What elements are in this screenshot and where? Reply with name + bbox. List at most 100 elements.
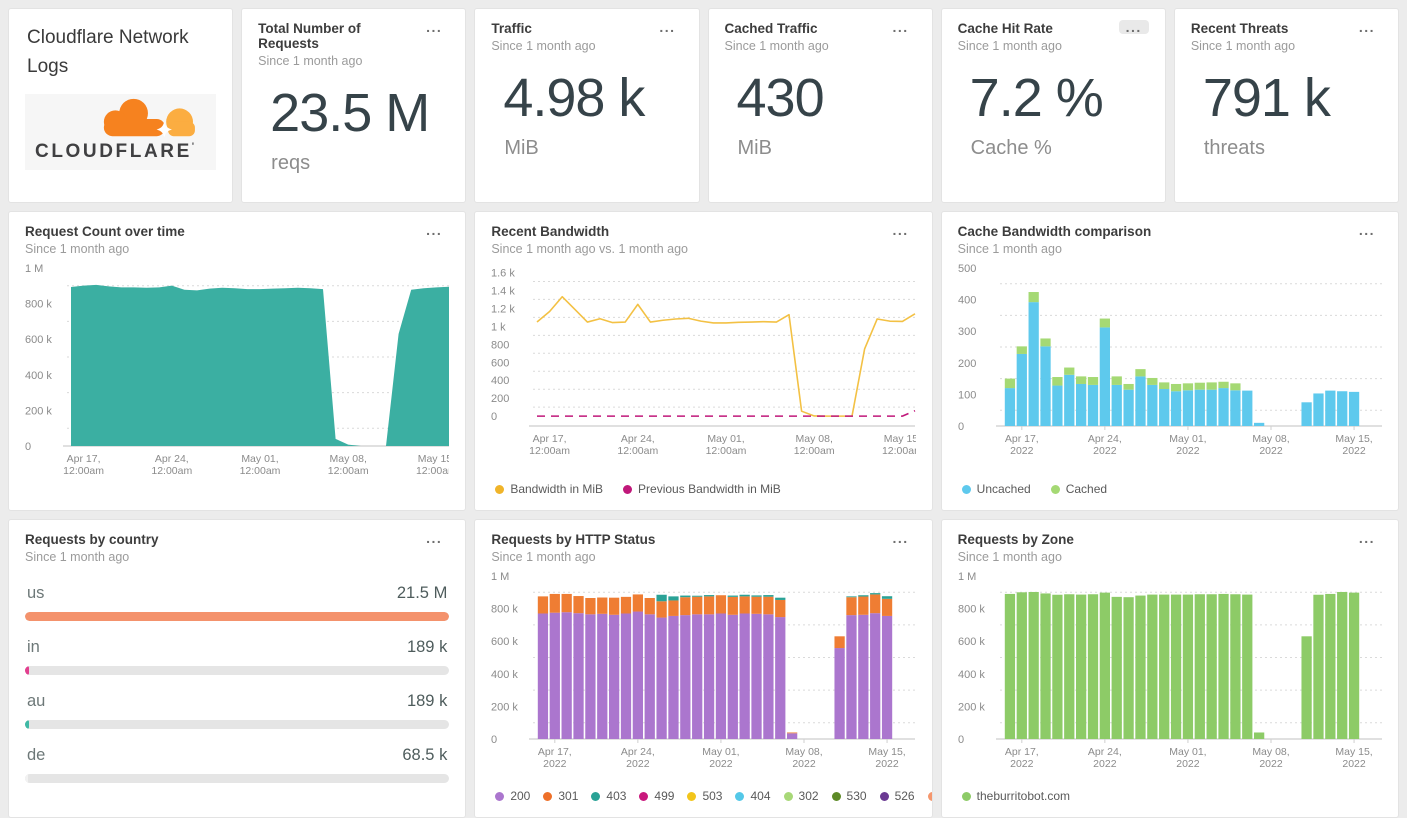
legend-label: 526 <box>894 789 915 803</box>
legend-item[interactable]: 503 <box>687 789 722 803</box>
panel-menu-button[interactable]: ... <box>1352 223 1382 237</box>
country-bar-fill <box>25 612 450 621</box>
legend-color-dot-icon <box>961 791 971 801</box>
bottom-row: Requests by country Since 1 month ago ..… <box>8 519 1399 818</box>
svg-text:1 M: 1 M <box>491 571 509 583</box>
panel-menu-button[interactable]: ... <box>1118 20 1149 34</box>
stat-unit: reqs <box>271 152 311 174</box>
panel-subtitle: Since 1 month ago vs. 1 month ago <box>491 242 688 256</box>
legend-item[interactable]: Cached <box>1050 482 1107 496</box>
stat-value: 4.98 k <box>503 68 645 128</box>
chart-legend: theburritobot.com <box>958 787 1382 805</box>
cache-bandwidth-chart[interactable]: 0 100 200 300 400 500 Apr 17, 2022 Apr 24, 2022 Ma… <box>958 260 1382 460</box>
panel-requests-by-country: Requests by country Since 1 month ago ..… <box>8 519 467 818</box>
svg-text:May 08,2022: May 08, 2022 <box>1252 746 1289 770</box>
svg-text:400 k: 400 k <box>958 669 985 681</box>
svg-text:Apr 24,2022: Apr 24, 2022 <box>1088 746 1122 770</box>
legend-item[interactable]: 499 <box>639 789 674 803</box>
legend-label: Bandwidth in MiB <box>510 482 604 496</box>
panel-menu-button[interactable]: ... <box>1352 531 1382 545</box>
panel-menu-button[interactable]: ... <box>885 531 915 545</box>
country-value: 21.5 M <box>396 584 448 602</box>
panel-dashboard-header: Cloudflare Network Logs CLOUDFLARE' <box>8 8 234 203</box>
stat-unit: Cache % <box>970 137 1052 159</box>
http-status-chart[interactable]: 0 200 k 400 k 600 k 800 k 1 M Apr 17, 2022 Apr 2… <box>491 568 916 773</box>
panel-title: Request Count over time <box>25 224 185 239</box>
legend-item[interactable]: Uncached <box>961 482 1031 496</box>
svg-text:400: 400 <box>491 375 509 387</box>
svg-text:Apr 24,2022: Apr 24, 2022 <box>621 746 655 770</box>
legend-label: theburritobot.com <box>976 789 1071 803</box>
svg-text:800 k: 800 k <box>491 604 518 616</box>
svg-text:300: 300 <box>958 326 976 338</box>
panel-subtitle: Since 1 month ago <box>258 54 363 68</box>
svg-text:Apr 17,12:00am: Apr 17, 12:00am <box>529 433 570 457</box>
svg-text:1.4 k: 1.4 k <box>491 285 515 297</box>
chart-legend: Bandwidth in MiB Previous Bandwidth in Mi… <box>491 480 915 498</box>
panel-request-count-over-time: Request Count over time Since 1 month ag… <box>8 211 467 511</box>
svg-text:1.2 k: 1.2 k <box>491 303 515 315</box>
panel-menu-button[interactable]: ... <box>652 20 682 34</box>
country-bar-fill <box>25 720 29 729</box>
legend-item[interactable]: Bandwidth in MiB <box>495 482 603 496</box>
panel-cache-bandwidth-comparison: Cache Bandwidth comparison Since 1 month… <box>940 211 1399 511</box>
panel-menu-button[interactable]: ... <box>885 20 915 34</box>
legend-item[interactable]: Previous Bandwidth in MiB <box>623 482 781 496</box>
panel-subtitle: Since 1 month ago <box>724 39 829 53</box>
panel-menu-button[interactable]: ... <box>419 223 449 237</box>
legend-label: Previous Bandwidth in MiB <box>638 482 781 496</box>
legend-color-dot-icon <box>783 791 793 801</box>
panel-menu-button[interactable]: ... <box>419 20 449 34</box>
request-count-chart[interactable]: 0 200 k 400 k 600 k 800 k 1 M Apr 17, 12:00am Ap… <box>25 260 449 480</box>
legend-color-dot-icon <box>623 484 633 494</box>
country-value: 189 k <box>406 692 448 710</box>
country-row: de 68.5 k <box>25 746 450 783</box>
legend-item[interactable]: theburritobot.com <box>961 789 1071 803</box>
legend-item[interactable]: 200 <box>495 789 530 803</box>
svg-text:500: 500 <box>958 263 976 275</box>
legend-item[interactable]: 404 <box>735 789 771 803</box>
svg-text:800 k: 800 k <box>25 299 52 311</box>
middle-row: Request Count over time Since 1 month ag… <box>8 211 1399 511</box>
svg-text:Apr 17,2022: Apr 17, 2022 <box>1005 746 1039 770</box>
country-row: us 21.5 M <box>25 584 450 621</box>
panel-menu-button[interactable]: ... <box>885 223 915 237</box>
recent-bandwidth-chart[interactable]: 0 200 400 600 800 1 k 1.2 k 1.4 k 1.6 k Apr 17, 12… <box>491 260 916 460</box>
legend-label: 499 <box>654 789 675 803</box>
svg-text:May 01,2022: May 01, 2022 <box>1169 746 1206 770</box>
panel-title: Cached Traffic <box>724 21 818 36</box>
legend-label: 301 <box>558 789 579 803</box>
panel-menu-button[interactable]: ... <box>1352 20 1382 34</box>
legend-label: 200 <box>510 789 531 803</box>
country-row: in 189 k <box>25 638 450 675</box>
legend-item[interactable]: 524 <box>927 789 932 803</box>
svg-text:200 k: 200 k <box>25 405 52 417</box>
svg-text:May 15,2022: May 15, 2022 <box>1335 746 1372 770</box>
legend-label: 503 <box>702 789 723 803</box>
panel-subtitle: Since 1 month ago <box>957 550 1062 564</box>
legend-item[interactable]: 302 <box>783 789 819 803</box>
legend-item[interactable]: 301 <box>543 789 578 803</box>
panel-title: Requests by Zone <box>957 532 1074 547</box>
panel-title: Requests by country <box>25 532 159 547</box>
country-list: us 21.5 M in 189 k au 189 k de 68.5 k <box>25 584 450 800</box>
svg-text:400 k: 400 k <box>491 669 518 681</box>
svg-text:May 01,12:00am: May 01, 12:00am <box>706 433 747 457</box>
svg-text:600 k: 600 k <box>25 334 52 346</box>
legend-color-dot-icon <box>543 791 553 801</box>
legend-item[interactable]: 403 <box>591 789 626 803</box>
svg-text:200: 200 <box>958 358 976 370</box>
svg-text:100: 100 <box>958 389 976 401</box>
svg-text:600 k: 600 k <box>958 636 985 648</box>
legend-item[interactable]: 526 <box>879 789 915 803</box>
legend-color-dot-icon <box>687 791 697 801</box>
panel-subtitle: Since 1 month ago <box>491 39 596 53</box>
panel-subtitle: Since 1 month ago <box>25 242 130 256</box>
panel-recent-bandwidth: Recent Bandwidth Since 1 month ago vs. 1… <box>474 211 933 511</box>
panel-menu-button[interactable]: ... <box>419 531 449 545</box>
legend-item[interactable]: 530 <box>831 789 867 803</box>
country-bar-track <box>25 774 450 783</box>
panel-cache-hit-rate: Cache Hit Rate Since 1 month ago ... 7.2… <box>940 8 1166 203</box>
svg-text:May 15,2022: May 15, 2022 <box>1335 433 1372 457</box>
zone-chart[interactable]: 0 200 k 400 k 600 k 800 k 1 M Apr 17, 2022 Apr 2… <box>958 568 1382 773</box>
